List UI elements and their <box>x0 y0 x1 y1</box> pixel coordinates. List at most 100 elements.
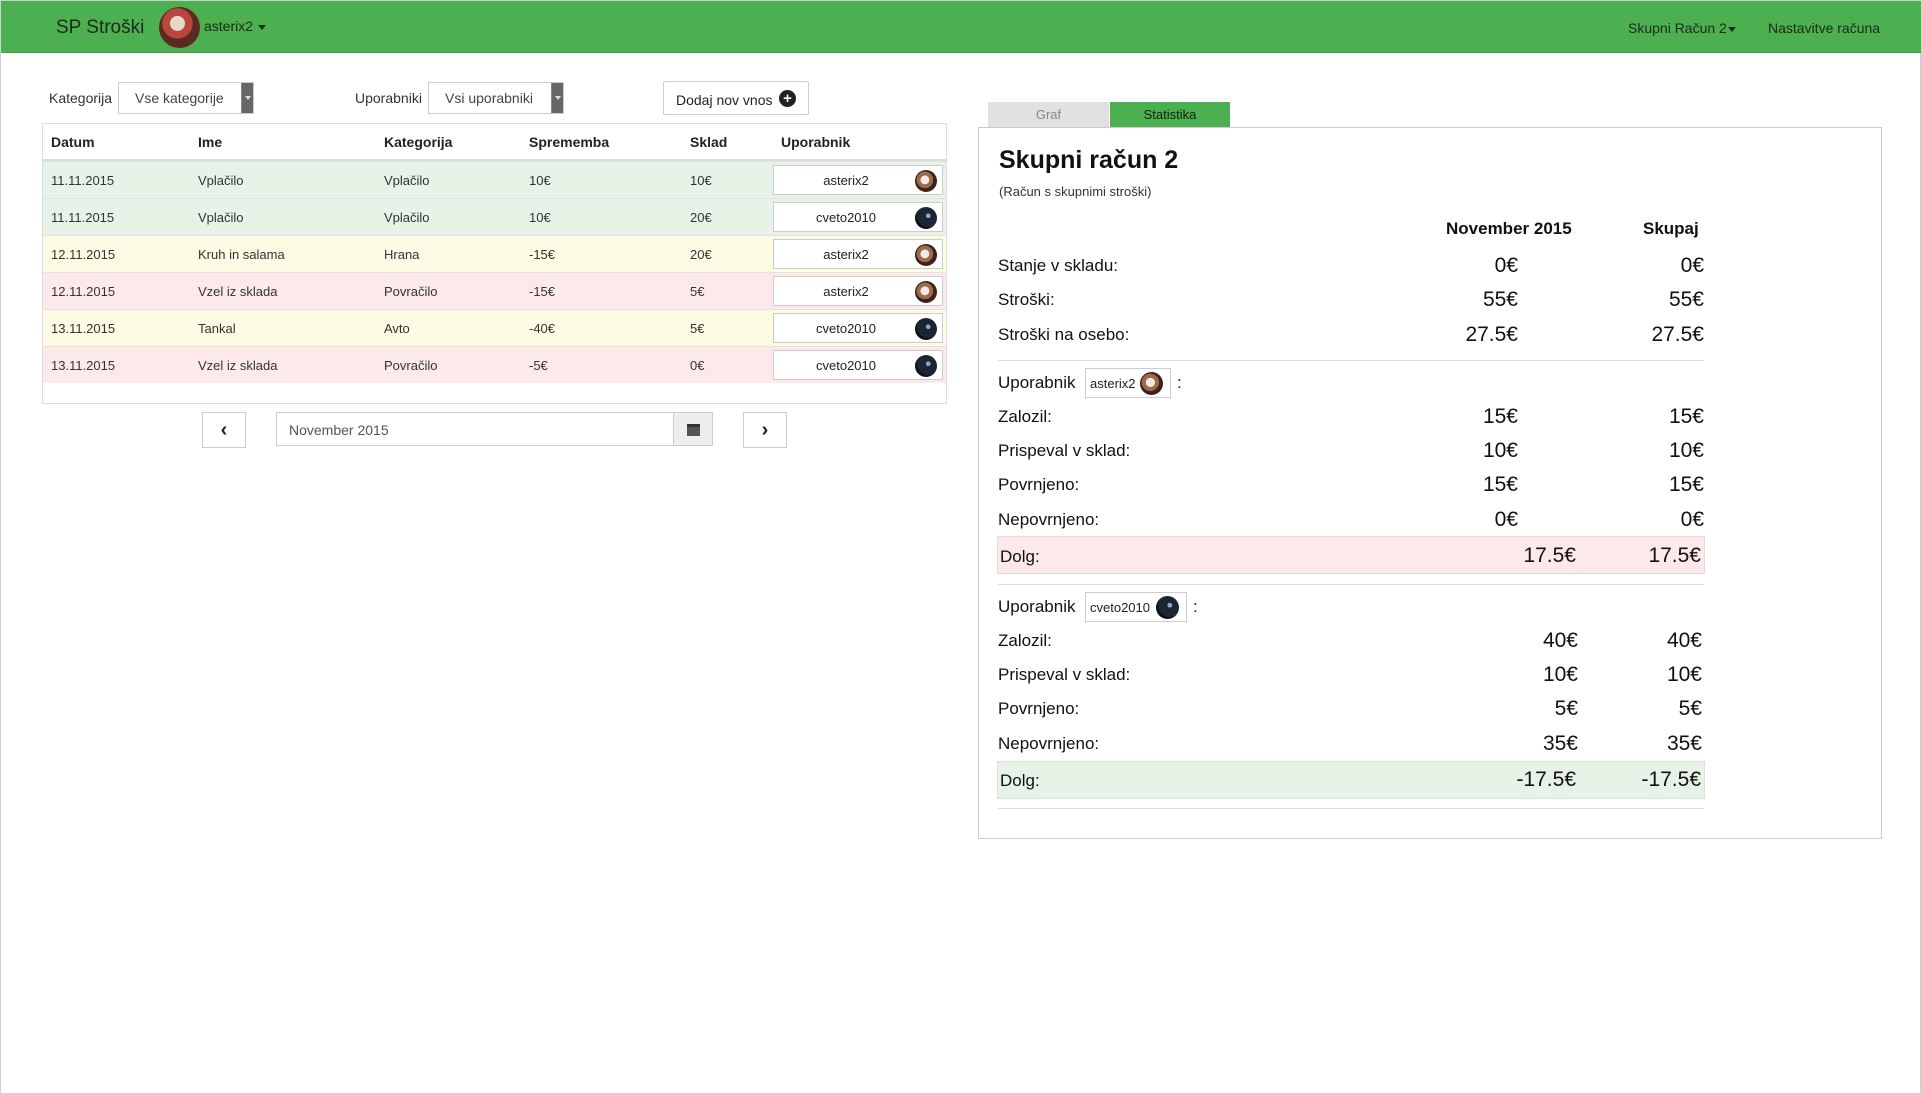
avatar <box>915 318 937 340</box>
table-row[interactable]: 11.11.2015 Vplačilo Vplačilo 10€ 20€ cve… <box>43 198 946 235</box>
page-title: Skupni račun 2 <box>999 146 1179 174</box>
avatar <box>915 355 937 377</box>
cell-name: Tankal <box>198 321 236 336</box>
cell-change: -40€ <box>529 321 556 336</box>
table-header: Datum Ime Kategorija Sprememba Sklad Upo… <box>43 124 946 161</box>
debt-row <box>997 536 1705 574</box>
tab-statistika[interactable]: Statistika <box>1110 102 1230 127</box>
table-row[interactable]: 13.11.2015 Vzel iz sklada Povračilo -5€ … <box>43 346 946 383</box>
cell-date: 12.11.2015 <box>51 284 116 299</box>
cell-name: Vzel iz sklada <box>198 358 278 373</box>
user-stat-month-value: 40€ <box>1542 629 1578 652</box>
previous-month-button[interactable]: ‹ <box>202 412 246 448</box>
column-header-total: Skupaj <box>1643 219 1699 238</box>
table-row[interactable]: 13.11.2015 Tankal Avto -40€ 5€ cveto2010 <box>43 309 946 346</box>
user-badge-name: cveto2010 <box>816 321 876 336</box>
user-badge[interactable]: asterix2 <box>773 239 943 269</box>
column-header-name[interactable]: Ime <box>198 134 222 150</box>
debt-month-value: 17.5€ <box>1523 544 1576 567</box>
user-stat-total-value: 10€ <box>1666 663 1702 686</box>
summary-month-value: 0€ <box>1494 254 1518 277</box>
cell-date: 11.11.2015 <box>51 210 115 225</box>
divider <box>998 584 1704 585</box>
avatar <box>915 244 937 266</box>
add-entry-label: Dodaj nov vnos <box>676 92 773 108</box>
chevron-right-icon: › <box>761 419 769 441</box>
column-header-date[interactable]: Datum <box>51 134 95 150</box>
user-stat-total-value: 15€ <box>1668 405 1704 428</box>
summary-label: Stroški na osebo: <box>998 325 1130 344</box>
user-badge[interactable]: cveto2010 <box>773 202 943 232</box>
user-stat-label: Povrnjeno: <box>998 475 1080 494</box>
column-header-fund[interactable]: Sklad <box>690 134 727 150</box>
user-badge[interactable]: cveto2010 <box>1085 592 1187 622</box>
cell-category: Avto <box>384 321 410 336</box>
brand-link[interactable]: SP Stroški <box>56 17 144 39</box>
avatar <box>915 170 937 192</box>
summary-month-value: 55€ <box>1482 288 1518 311</box>
user-badge[interactable]: cveto2010 <box>773 313 943 343</box>
user-stat-label: Nepovrnjeno: <box>998 510 1100 529</box>
column-header-user[interactable]: Uporabnik <box>781 134 850 150</box>
user-stat-month-value: 15€ <box>1482 473 1518 496</box>
user-avatar[interactable] <box>159 7 200 48</box>
debt-row <box>997 761 1705 799</box>
summary-total-value: 55€ <box>1668 288 1704 311</box>
month-input[interactable]: November 2015 <box>276 412 674 446</box>
divider <box>998 360 1704 361</box>
cell-name: Kruh in salama <box>198 247 285 262</box>
cell-category: Hrana <box>384 247 420 262</box>
user-section-label: Uporabnik <box>998 373 1076 392</box>
account-settings-link[interactable]: Nastavitve računa <box>1768 20 1880 36</box>
cell-fund: 0€ <box>690 358 705 373</box>
table-row[interactable]: 11.11.2015 Vplačilo Vplačilo 10€ 10€ ast… <box>43 161 946 198</box>
cell-fund: 10€ <box>690 173 712 188</box>
user-badge[interactable]: asterix2 <box>773 276 943 306</box>
cell-fund: 5€ <box>690 321 705 336</box>
user-stat-label: Prispeval v sklad: <box>998 665 1131 684</box>
users-filter-select[interactable]: Vsi uporabniki <box>428 82 564 114</box>
statistics-panel: Skupni račun 2 (Račun s skupnimi stroški… <box>978 127 1882 839</box>
debt-label: Dolg: <box>1000 771 1040 790</box>
user-stat-total-value: 5€ <box>1678 697 1702 720</box>
user-menu[interactable]: asterix2 <box>204 18 267 34</box>
add-entry-button[interactable]: Dodaj nov vnos + <box>663 81 809 115</box>
user-badge[interactable]: asterix2 <box>1085 368 1171 398</box>
debt-total-value: -17.5€ <box>1641 768 1701 791</box>
transactions-table: Datum Ime Kategorija Sprememba Sklad Upo… <box>42 123 947 404</box>
user-stat-month-value: 10€ <box>1482 439 1518 462</box>
debt-label: Dolg: <box>1000 547 1040 566</box>
user-badge[interactable]: cveto2010 <box>773 350 943 380</box>
select-arrow-icon <box>551 83 563 113</box>
cell-date: 12.11.2015 <box>51 247 116 262</box>
page-subtitle: (Račun s skupnimi stroški) <box>999 184 1152 199</box>
user-stat-label: Prispeval v sklad: <box>998 441 1131 460</box>
user-stat-month-value: 0€ <box>1494 508 1518 531</box>
account-menu[interactable]: Skupni Račun 2 <box>1628 20 1736 36</box>
table-row[interactable]: 12.11.2015 Vzel iz sklada Povračilo -15€… <box>43 272 946 309</box>
cell-change: -15€ <box>529 247 556 262</box>
category-filter-value: Vse kategorije <box>135 90 224 106</box>
user-badge-name: asterix2 <box>1090 376 1136 391</box>
user-badge-name: asterix2 <box>823 173 869 188</box>
column-header-category[interactable]: Kategorija <box>384 134 452 150</box>
user-badge-name: cveto2010 <box>816 358 876 373</box>
tab-graf[interactable]: Graf <box>988 102 1109 127</box>
summary-month-value: 27.5€ <box>1465 323 1518 346</box>
user-stat-label: Povrnjeno: <box>998 699 1080 718</box>
user-section-colon: : <box>1177 373 1182 392</box>
user-badge[interactable]: asterix2 <box>773 165 943 195</box>
summary-label: Stroški: <box>998 290 1055 309</box>
avatar <box>1140 372 1163 395</box>
plus-circle-icon: + <box>779 90 796 107</box>
user-stat-total-value: 35€ <box>1666 732 1702 755</box>
navbar: SP Stroški asterix2 Skupni Račun 2 Nasta… <box>1 1 1921 53</box>
user-stat-total-value: 15€ <box>1668 473 1704 496</box>
category-filter-select[interactable]: Vse kategorije <box>118 82 254 114</box>
table-row[interactable]: 12.11.2015 Kruh in salama Hrana -15€ 20€… <box>43 235 946 272</box>
column-header-change[interactable]: Sprememba <box>529 134 609 150</box>
calendar-button[interactable] <box>674 412 713 446</box>
next-month-button[interactable]: › <box>743 412 787 448</box>
divider <box>998 808 1704 809</box>
user-badge-name: asterix2 <box>823 284 869 299</box>
